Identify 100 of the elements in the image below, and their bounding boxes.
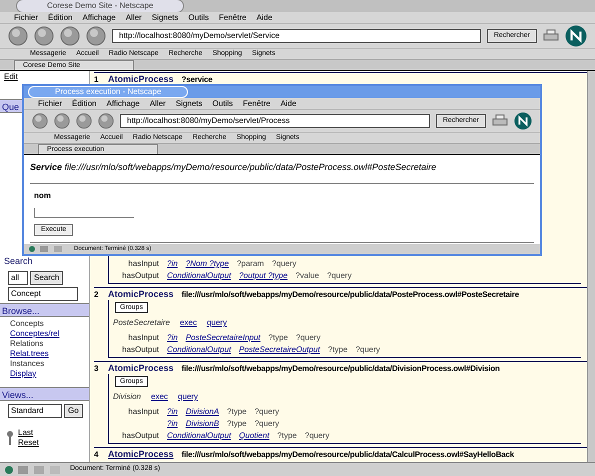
menu-item[interactable]: Aide xyxy=(256,12,272,24)
address-field[interactable]: http://localhost:8080/myDemo/servlet/Service xyxy=(112,29,481,43)
printer-icon[interactable] xyxy=(543,29,559,43)
process-uri: file:///usr/mlo/soft/webapps/myDemo/resource/public/data/CalculProcess.owl#SayHelloBack xyxy=(182,449,514,460)
value-link[interactable]: ?Nom ?type xyxy=(186,259,229,269)
browse-link[interactable]: Display xyxy=(10,368,89,378)
go-button[interactable]: Go xyxy=(64,404,83,418)
process-uri: file:///usr/mlo/soft/webapps/myDemo/resource/public/data/DivisionProcess.owl#Division xyxy=(182,363,500,374)
logo-icon xyxy=(514,112,532,130)
value-link[interactable]: ?query xyxy=(272,259,296,269)
browse-link[interactable]: Instances xyxy=(10,358,89,368)
value-link[interactable]: ?type xyxy=(277,431,297,441)
key-icon xyxy=(6,430,14,446)
value-link[interactable]: Quotient xyxy=(239,431,270,441)
menu-item[interactable]: Aide xyxy=(280,98,296,110)
nav-circle-icon[interactable] xyxy=(60,26,80,46)
menu-item[interactable]: Fichier xyxy=(14,12,38,24)
value-link[interactable]: ?type xyxy=(227,407,247,417)
address-field[interactable]: http://localhost:8080/myDemo/servlet/Process xyxy=(120,114,430,128)
menu-item[interactable]: Fenêtre xyxy=(218,12,246,24)
search-submit-button[interactable]: Search xyxy=(30,270,64,284)
result-number: 4 xyxy=(94,449,100,460)
action-link[interactable]: query xyxy=(178,392,198,402)
value-link[interactable]: ?type xyxy=(227,419,247,429)
action-link[interactable]: query xyxy=(206,318,227,328)
property-label: hasInput xyxy=(127,259,159,269)
type-select[interactable]: Concept xyxy=(8,286,78,300)
result-number: 3 xyxy=(94,363,100,374)
sidebar-link[interactable]: Edit xyxy=(4,71,89,83)
nav-circle-icon[interactable] xyxy=(32,113,48,129)
nav-circle-icon[interactable] xyxy=(8,26,28,46)
value-link[interactable]: ConditionalOutput xyxy=(167,345,232,355)
value-link[interactable]: DivisionA xyxy=(186,407,220,417)
view-select[interactable]: Standard xyxy=(8,404,62,418)
property-label: hasInput xyxy=(127,407,159,417)
menu-item[interactable]: Affichage xyxy=(82,12,116,24)
value-link[interactable]: ConditionalOutput xyxy=(167,271,232,281)
menu-item[interactable]: Aller xyxy=(126,12,142,24)
value-link[interactable]: ?in xyxy=(167,419,178,429)
process-type: AtomicProcess xyxy=(108,363,174,374)
value-link[interactable]: PosteSecretaireInput xyxy=(186,333,260,343)
process-type: AtomicProcess xyxy=(108,74,174,85)
scope-select[interactable]: all xyxy=(8,270,28,284)
printer-icon[interactable] xyxy=(492,114,508,128)
value-link[interactable]: ConditionalOutput xyxy=(167,431,232,441)
field-label: nom xyxy=(34,190,52,202)
menu-item[interactable]: Édition xyxy=(48,12,72,24)
menu-item[interactable]: Signets xyxy=(176,98,202,110)
footer-link[interactable]: Reset xyxy=(18,438,39,448)
value-link[interactable]: ?query xyxy=(304,431,330,441)
process-uri: ?service xyxy=(182,74,212,85)
value-link[interactable]: ?query xyxy=(254,419,280,429)
menu-item[interactable]: Aller xyxy=(150,98,166,110)
nav-circle-icon[interactable] xyxy=(54,113,70,129)
value-link[interactable]: PosteSecretaireOutput xyxy=(239,345,320,355)
menu-item[interactable]: Outils xyxy=(188,12,209,24)
process-name[interactable]: Division xyxy=(113,392,142,402)
value-link[interactable]: ?param xyxy=(236,259,264,269)
menu-item[interactable]: Outils xyxy=(212,98,233,110)
window-title: Corese Demo Site - Netscape xyxy=(16,0,184,13)
value-link[interactable]: ?value xyxy=(296,271,320,281)
browse-link[interactable]: Relations xyxy=(10,338,89,348)
footer-link[interactable]: Last xyxy=(18,428,39,438)
value-link[interactable]: ?query xyxy=(296,333,320,343)
value-link[interactable]: ?query xyxy=(356,345,380,355)
logo-icon xyxy=(565,25,587,47)
result-number: 2 xyxy=(94,289,100,300)
value-link[interactable]: ?in xyxy=(167,333,178,343)
nav-circle-icon[interactable] xyxy=(86,26,106,46)
action-link[interactable]: exec xyxy=(151,392,168,402)
value-link[interactable]: ?query xyxy=(254,407,280,417)
result-number: 1 xyxy=(94,74,100,85)
property-label: hasInput xyxy=(127,333,159,343)
menu-item[interactable]: Fenêtre xyxy=(242,98,270,110)
action-link[interactable]: exec xyxy=(180,318,197,328)
nav-circle-icon[interactable] xyxy=(98,113,114,129)
value-link[interactable]: ?type xyxy=(328,345,348,355)
nav-circle-icon[interactable] xyxy=(34,26,54,46)
nav-circle-icon[interactable] xyxy=(76,113,92,129)
property-label: hasOutput xyxy=(121,271,159,281)
menu-item[interactable]: Affichage xyxy=(106,98,140,110)
section-header: Browse... xyxy=(0,302,89,316)
value-link[interactable]: ?type xyxy=(268,333,288,343)
service-heading: Service file:///usr/mlo/soft/webapps/myDemo/resource/public/data/PosteProcess.owl#PosteSecretaire xyxy=(30,161,438,174)
property-label: hasOutput xyxy=(121,431,159,441)
value-link[interactable]: ?in xyxy=(167,259,178,269)
popup-title: Process execution - Netscape xyxy=(28,86,188,98)
value-link[interactable]: ?in xyxy=(167,407,178,417)
process-name[interactable]: PosteSecretaire xyxy=(113,318,170,328)
process-type[interactable]: AtomicProcess xyxy=(108,449,174,460)
process-type: AtomicProcess xyxy=(108,289,174,300)
input-field[interactable] xyxy=(34,208,134,218)
browse-link[interactable]: Concepts xyxy=(10,318,89,328)
menu-item[interactable]: Signets xyxy=(152,12,178,24)
browse-link[interactable]: Relat.trees xyxy=(10,348,89,358)
value-link[interactable]: ?query xyxy=(327,271,352,281)
menu-item[interactable]: Fichier xyxy=(38,98,62,110)
browse-link[interactable]: Conceptes/rel xyxy=(10,328,89,338)
value-link[interactable]: DivisionB xyxy=(186,419,220,429)
value-link[interactable]: ?output ?type xyxy=(239,271,288,281)
